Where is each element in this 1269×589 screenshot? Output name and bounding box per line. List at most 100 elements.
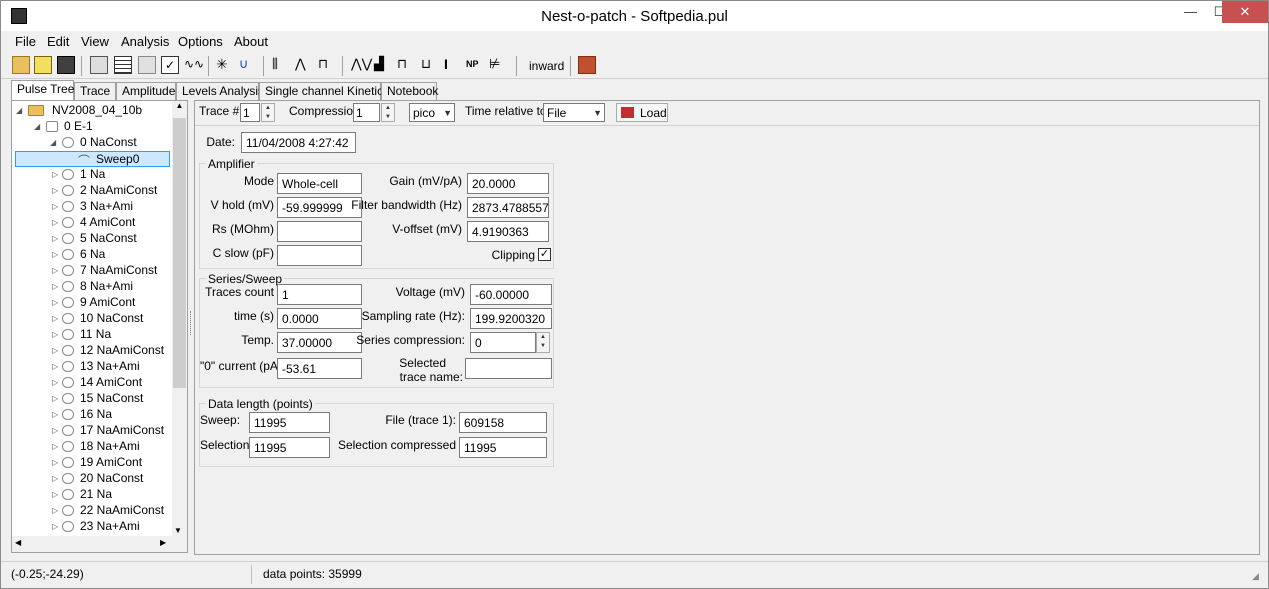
collapse-arrow-icon[interactable]: ◢ bbox=[34, 122, 40, 131]
compression-input[interactable]: 1 bbox=[353, 103, 380, 122]
trace-number-spinner[interactable]: ▲ ▼ bbox=[261, 103, 275, 122]
expand-arrow-icon[interactable]: ▷ bbox=[52, 314, 58, 323]
save-icon[interactable] bbox=[57, 56, 75, 74]
expand-arrow-icon[interactable]: ▷ bbox=[52, 266, 58, 275]
open-file-icon[interactable] bbox=[34, 56, 52, 74]
pulse-icon[interactable]: ⊓ bbox=[318, 56, 336, 74]
exit-icon[interactable] bbox=[578, 56, 596, 74]
menu-about[interactable]: About bbox=[234, 34, 268, 49]
checkmark-icon[interactable]: ✓ bbox=[161, 56, 179, 74]
selected-trace-field[interactable] bbox=[465, 358, 552, 379]
step-icon[interactable]: ⊔ bbox=[421, 56, 439, 74]
sparkle-icon[interactable]: ✳ bbox=[216, 56, 234, 74]
print-icon[interactable] bbox=[90, 56, 108, 74]
expand-arrow-icon[interactable]: ▷ bbox=[52, 522, 58, 531]
unit-select[interactable]: pico ▼ bbox=[409, 103, 455, 122]
fit-icon[interactable]: ⊭ bbox=[489, 56, 507, 74]
series-compression-field[interactable]: 0 bbox=[470, 332, 536, 353]
scroll-up-icon[interactable]: ▲ bbox=[172, 101, 187, 110]
menu-view[interactable]: View bbox=[81, 34, 109, 49]
spin-down-icon[interactable]: ▼ bbox=[537, 342, 549, 351]
pulse-tree[interactable]: ◢ NV2008_04_10b ◢ 0 E-1 ◢ 0 NaConst ⌒ Sw… bbox=[11, 100, 188, 553]
time-field[interactable]: 0.0000 bbox=[277, 308, 362, 329]
zero-current-field[interactable]: -53.61 bbox=[277, 358, 362, 379]
expand-arrow-icon[interactable]: ▷ bbox=[52, 490, 58, 499]
peak-icon[interactable]: ⋀ bbox=[295, 56, 313, 74]
mode-field[interactable]: Whole-cell bbox=[277, 173, 362, 194]
grid-icon[interactable] bbox=[138, 56, 156, 74]
expand-arrow-icon[interactable]: ▷ bbox=[52, 458, 58, 467]
tree-sweep-selected[interactable]: ⌒ Sweep0 bbox=[15, 151, 170, 168]
expand-arrow-icon[interactable]: ▷ bbox=[52, 410, 58, 419]
traces-count-field[interactable]: 1 bbox=[277, 284, 362, 305]
levels-icon[interactable]: ⊓ bbox=[397, 56, 415, 74]
expand-arrow-icon[interactable]: ▷ bbox=[52, 474, 58, 483]
spin-up-icon[interactable]: ▲ bbox=[537, 333, 549, 342]
menu-edit[interactable]: Edit bbox=[47, 34, 69, 49]
bars-icon[interactable]: ⫼ bbox=[272, 56, 290, 74]
menu-file[interactable]: File bbox=[15, 34, 36, 49]
expand-arrow-icon[interactable]: ▷ bbox=[52, 426, 58, 435]
scroll-down-icon[interactable]: ▼ bbox=[174, 526, 182, 535]
tab-pulse-tree[interactable]: Pulse Tree bbox=[11, 80, 74, 100]
expand-arrow-icon[interactable]: ▷ bbox=[52, 378, 58, 387]
date-field[interactable]: 11/04/2008 4:27:42 bbox=[241, 132, 356, 153]
tab-trace[interactable]: Trace bbox=[74, 82, 116, 100]
clipping-checkbox[interactable]: ✓ bbox=[538, 248, 551, 261]
spin-up-icon[interactable]: ▲ bbox=[382, 104, 394, 113]
expand-arrow-icon[interactable]: ▷ bbox=[52, 170, 58, 179]
selection-length-field[interactable]: 11995 bbox=[249, 437, 330, 458]
expand-arrow-icon[interactable]: ▷ bbox=[52, 442, 58, 451]
open-folder-icon[interactable] bbox=[12, 56, 30, 74]
spin-down-icon[interactable]: ▼ bbox=[262, 113, 274, 122]
spin-down-icon[interactable]: ▼ bbox=[382, 113, 394, 122]
compression-spinner[interactable]: ▲ ▼ bbox=[381, 103, 395, 122]
tree-horizontal-scrollbar[interactable]: ◀ ▶ bbox=[12, 536, 187, 552]
waveform-icon[interactable]: ∿∿ bbox=[184, 56, 204, 74]
cslow-field[interactable] bbox=[277, 245, 362, 266]
curve-icon[interactable]: ∪ bbox=[239, 56, 257, 74]
menu-options[interactable]: Options bbox=[178, 34, 223, 49]
resize-grip-icon[interactable]: ◢ bbox=[1252, 571, 1259, 582]
np-icon[interactable]: NP bbox=[466, 56, 484, 74]
scroll-left-icon[interactable]: ◀ bbox=[15, 538, 21, 547]
expand-arrow-icon[interactable]: ▷ bbox=[52, 250, 58, 259]
load-button[interactable]: Load bbox=[616, 103, 668, 122]
tree-vertical-scrollbar[interactable]: ▲ ▼ bbox=[172, 101, 187, 537]
expand-arrow-icon[interactable]: ▷ bbox=[52, 346, 58, 355]
spin-up-icon[interactable]: ▲ bbox=[262, 104, 274, 113]
voffset-field[interactable]: 4.9190363 bbox=[467, 221, 549, 242]
trace-number-input[interactable]: 1 bbox=[240, 103, 260, 122]
gain-field[interactable]: 20.0000 bbox=[467, 173, 549, 194]
histogram-icon[interactable]: ▟ bbox=[374, 56, 392, 74]
collapse-arrow-icon[interactable]: ◢ bbox=[16, 106, 22, 115]
menu-analysis[interactable]: Analysis bbox=[121, 34, 169, 49]
tab-single-channel-kinetics[interactable]: Single channel Kinetics bbox=[259, 82, 389, 100]
close-button[interactable]: ✕ bbox=[1222, 1, 1268, 23]
expand-arrow-icon[interactable]: ▷ bbox=[52, 234, 58, 243]
sweep-length-field[interactable]: 11995 bbox=[249, 412, 330, 433]
table-icon[interactable] bbox=[114, 56, 132, 74]
series-compression-spinner[interactable]: ▲ ▼ bbox=[536, 332, 550, 353]
expand-arrow-icon[interactable]: ▷ bbox=[52, 298, 58, 307]
direction-label[interactable]: inward bbox=[529, 59, 564, 73]
cursor-icon[interactable]: I bbox=[444, 56, 462, 74]
scroll-right-icon[interactable]: ▶ bbox=[160, 538, 166, 547]
expand-arrow-icon[interactable]: ▷ bbox=[52, 330, 58, 339]
expand-arrow-icon[interactable]: ▷ bbox=[52, 362, 58, 371]
tab-notebook[interactable]: Notebook bbox=[381, 82, 438, 100]
file-length-field[interactable]: 609158 bbox=[459, 412, 547, 433]
trace-icon[interactable]: ⋀⋁ bbox=[351, 56, 372, 74]
expand-arrow-icon[interactable]: ▷ bbox=[52, 506, 58, 515]
collapse-arrow-icon[interactable]: ◢ bbox=[50, 138, 56, 147]
expand-arrow-icon[interactable]: ▷ bbox=[52, 218, 58, 227]
sampling-field[interactable]: 199.9200320 bbox=[470, 308, 552, 329]
rs-field[interactable] bbox=[277, 221, 362, 242]
voltage-field[interactable]: -60.00000 bbox=[470, 284, 552, 305]
scroll-thumb[interactable] bbox=[173, 118, 186, 388]
tab-levels-analysis[interactable]: Levels Analysis bbox=[176, 82, 264, 100]
expand-arrow-icon[interactable]: ▷ bbox=[52, 202, 58, 211]
expand-arrow-icon[interactable]: ▷ bbox=[52, 394, 58, 403]
panel-splitter[interactable] bbox=[190, 311, 192, 335]
expand-arrow-icon[interactable]: ▷ bbox=[52, 186, 58, 195]
